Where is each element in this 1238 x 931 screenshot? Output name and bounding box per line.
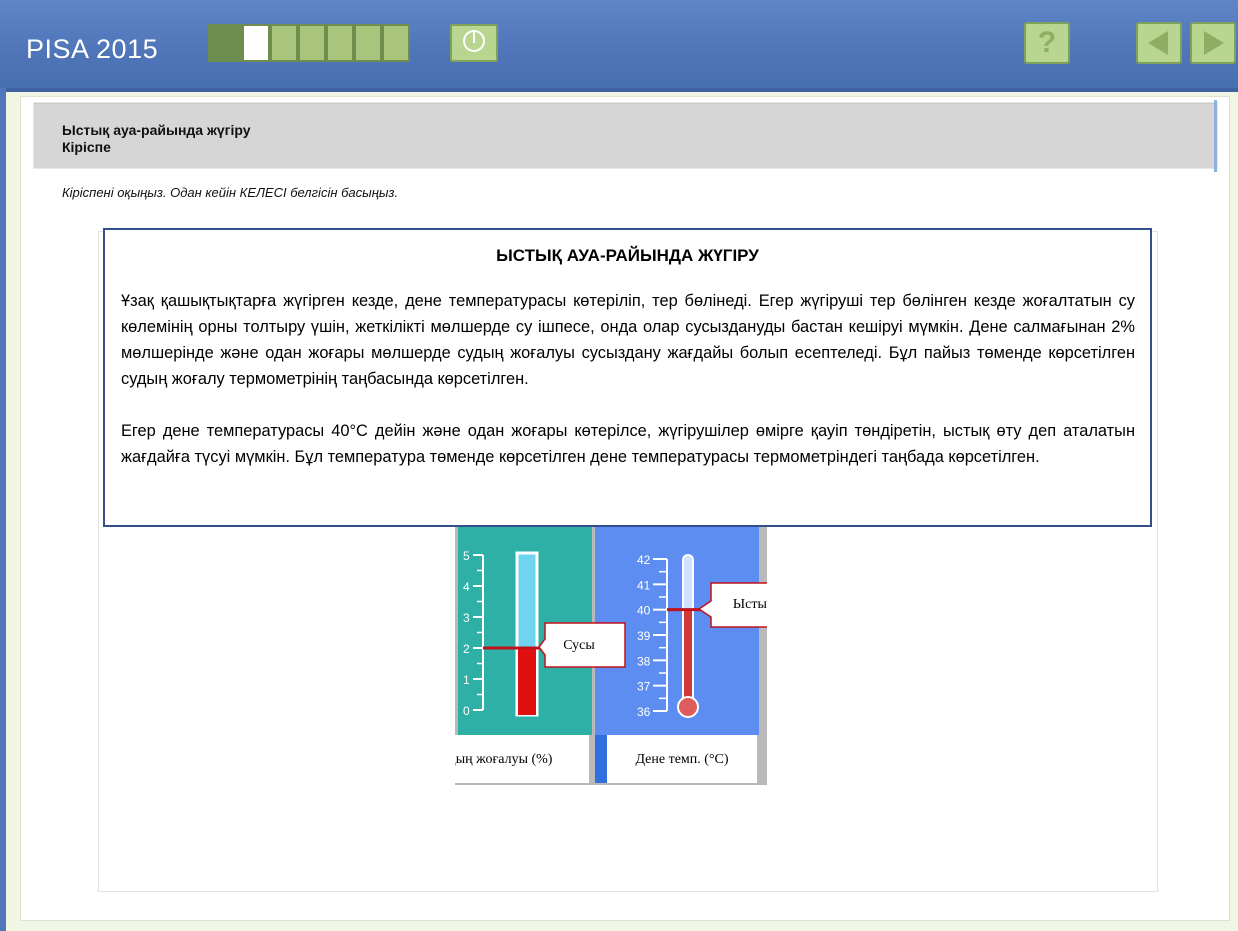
progress-cell [354, 24, 382, 62]
body-temp-axis-label: Дене темп. (°C) [635, 752, 728, 767]
body-temp-label-accent [595, 735, 607, 783]
water-loss-fill [518, 648, 536, 715]
triangle-left-icon [1148, 31, 1168, 55]
body-temp-tick-label: 42 [637, 553, 651, 567]
body-temp-tick-label: 37 [637, 680, 651, 694]
body-temp-bulb [677, 696, 699, 718]
heat-stroke-label: Ыстық өту [733, 597, 767, 612]
progress-cell [298, 24, 326, 62]
progress-cell [382, 24, 410, 62]
body-temp-tick-label: 38 [637, 654, 651, 668]
help-button[interactable]: ? [1024, 22, 1070, 64]
water-loss-tick-label: 2 [463, 642, 470, 656]
thermometers-figure: 0 1 2 3 4 5 Сусы 36 37 38 39 40 41 42 Ыстық өту Суд… [397, 527, 797, 785]
progress-bar [208, 24, 410, 62]
left-edge [0, 88, 6, 931]
progress-cell-completed [208, 24, 242, 62]
top-bar: PISA 2015 ? [0, 0, 1238, 92]
article-paragraph-2: Егер дене температурасы 40°C дейін және … [121, 422, 1135, 466]
clock-hand-icon [473, 31, 475, 43]
body-temp-tick-label: 40 [637, 604, 651, 618]
brand-title: PISA 2015 [26, 34, 159, 64]
water-loss-tick-label: 1 [463, 673, 470, 687]
thermometers-svg: 0 1 2 3 4 5 Сусы 36 37 38 39 40 41 42 Ыстық өту Суд… [397, 527, 797, 785]
progress-cell [270, 24, 298, 62]
body-temp-tick-label: 39 [637, 629, 651, 643]
timer-button[interactable] [450, 24, 498, 62]
water-loss-tick-label: 4 [463, 580, 470, 594]
header-accent [1214, 100, 1217, 172]
article-heading: ЫСТЫҚ АУА-РАЙЫНДА ЖҮГІРУ [496, 246, 759, 265]
next-button[interactable] [1190, 22, 1236, 64]
water-loss-axis-label: Судың жоғалуы (%) [455, 752, 553, 767]
water-loss-tick-label: 3 [463, 611, 470, 625]
triangle-right-icon [1204, 31, 1224, 55]
water-loss-tick-label: 0 [463, 704, 470, 718]
intro-article: ЫСТЫҚ АУА-РАЙЫНДА ЖҮГІРУ Ұзақ қашықтықта… [103, 228, 1152, 527]
dehydration-label: Сусы [563, 638, 595, 653]
body-temp-tick-label: 41 [637, 578, 651, 592]
body-temp-tick-label: 36 [637, 705, 651, 719]
body-temp-fill [684, 609, 692, 707]
unit-subtitle: Кіріспе [62, 139, 111, 155]
unit-header: Ыстық ауа-райында жүгіру Кіріспе [34, 103, 1217, 168]
unit-title: Ыстық ауа-райында жүгіру [62, 122, 251, 138]
water-loss-tick-label: 5 [463, 549, 470, 563]
article-paragraph-1: Ұзақ қашықтықтарға жүгірген кезде, дене … [121, 292, 1135, 388]
progress-cell-current [242, 24, 270, 62]
back-button[interactable] [1136, 22, 1182, 64]
progress-cell [326, 24, 354, 62]
instruction-text: Кіріспені оқыңыз. Одан кейін КЕЛЕСІ белг… [62, 185, 399, 200]
